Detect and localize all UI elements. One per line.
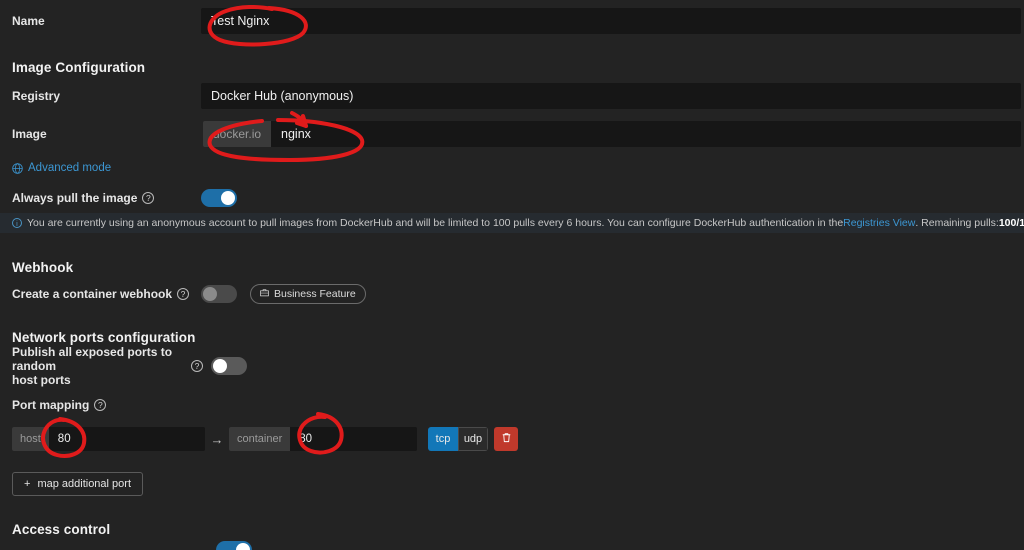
globe-icon [12, 162, 23, 174]
container-port-input[interactable] [290, 427, 417, 451]
create-webhook-help-icon[interactable]: ? [177, 288, 190, 300]
map-additional-port-button[interactable]: + map additional port [12, 472, 143, 496]
business-feature-badge[interactable]: Business Feature [250, 284, 366, 304]
always-pull-help-icon[interactable]: ? [142, 192, 155, 204]
webhook-title: Webhook [12, 260, 74, 275]
dockerhub-rate-limit-info: i You are currently using an anonymous a… [0, 213, 1024, 233]
container-port-prefix: container [229, 427, 291, 451]
advanced-mode-link[interactable]: Advanced mode [12, 162, 111, 174]
always-pull-row: Always pull the image ? [0, 188, 1024, 208]
add-port-row: + map additional port [0, 472, 1024, 496]
host-port-input[interactable] [48, 427, 205, 451]
map-additional-port-label: map additional port [37, 478, 131, 490]
image-label: Image [12, 127, 47, 141]
always-pull-label-wrap: Always pull the image ? [0, 191, 201, 205]
publish-all-ports-label-wrap: Publish all exposed ports to random host… [0, 345, 191, 387]
publish-all-ports-help-icon[interactable]: ? [191, 360, 203, 372]
image-registry-prefix: docker.io [203, 121, 272, 147]
briefcase-icon [260, 288, 269, 300]
advanced-mode-row: Advanced mode [0, 160, 1024, 176]
image-input[interactable] [271, 121, 1021, 147]
image-row: Image docker.io [0, 121, 1024, 147]
create-webhook-label: Create a container webhook [12, 287, 173, 301]
image-input-group: docker.io [203, 121, 1021, 147]
advanced-mode-label: Advanced mode [28, 162, 112, 174]
container-port-field: container [229, 427, 417, 451]
port-mapping-label-row: Port mapping ? [0, 397, 1024, 413]
port-arrow-icon: → [210, 431, 224, 447]
port-mapping-help-icon[interactable]: ? [94, 399, 107, 411]
publish-all-ports-toggle[interactable] [211, 357, 247, 375]
publish-all-ports-row: Publish all exposed ports to random host… [0, 345, 1024, 387]
registry-label: Registry [12, 89, 61, 103]
create-webhook-toggle[interactable] [201, 285, 237, 303]
publish-all-ports-label-line2: host ports [12, 373, 71, 387]
create-webhook-row: Create a container webhook ? Business Fe… [0, 284, 1024, 304]
access-control-title: Access control [12, 522, 111, 537]
registry-selected-value: Docker Hub (anonymous) [211, 89, 354, 103]
host-port-field: host [12, 427, 205, 451]
port-mapping-label-wrap: Port mapping ? [0, 398, 107, 412]
info-icon: i [12, 218, 22, 228]
port-mapping-label: Port mapping [12, 398, 90, 412]
name-input[interactable] [201, 8, 1021, 34]
business-feature-label: Business Feature [274, 288, 356, 300]
always-pull-toggle[interactable] [201, 189, 237, 207]
info-text-after-link: . Remaining pulls: [915, 217, 999, 229]
protocol-toggle-group: tcp udp [428, 427, 488, 451]
image-configuration-title: Image Configuration [12, 60, 146, 75]
name-label: Name [12, 14, 45, 28]
name-row: Name [0, 8, 1024, 34]
info-text-before-link: You are currently using an anonymous acc… [27, 217, 844, 229]
publish-all-ports-label-line1: Publish all exposed ports to random [12, 345, 173, 373]
create-container-form: Name Image Configuration Registry Docker… [0, 0, 1024, 550]
remaining-pulls-value: 100/100 [998, 217, 1024, 229]
registry-select[interactable]: Docker Hub (anonymous) [201, 83, 1021, 109]
delete-port-mapping-button[interactable] [494, 427, 518, 451]
network-ports-title: Network ports configuration [12, 330, 196, 345]
protocol-tcp-button[interactable]: tcp [428, 427, 458, 451]
port-mapping-row: host → container tcp udp [0, 427, 1024, 451]
create-webhook-label-wrap: Create a container webhook ? [0, 287, 201, 301]
registries-view-link[interactable]: Registries View [843, 217, 915, 229]
protocol-udp-button[interactable]: udp [458, 427, 488, 451]
registry-row: Registry Docker Hub (anonymous) [0, 83, 1024, 109]
access-control-toggle[interactable] [216, 541, 252, 550]
always-pull-label: Always pull the image [12, 191, 138, 205]
host-port-prefix: host [12, 427, 49, 451]
plus-icon: + [24, 478, 31, 490]
trash-icon [501, 432, 512, 446]
